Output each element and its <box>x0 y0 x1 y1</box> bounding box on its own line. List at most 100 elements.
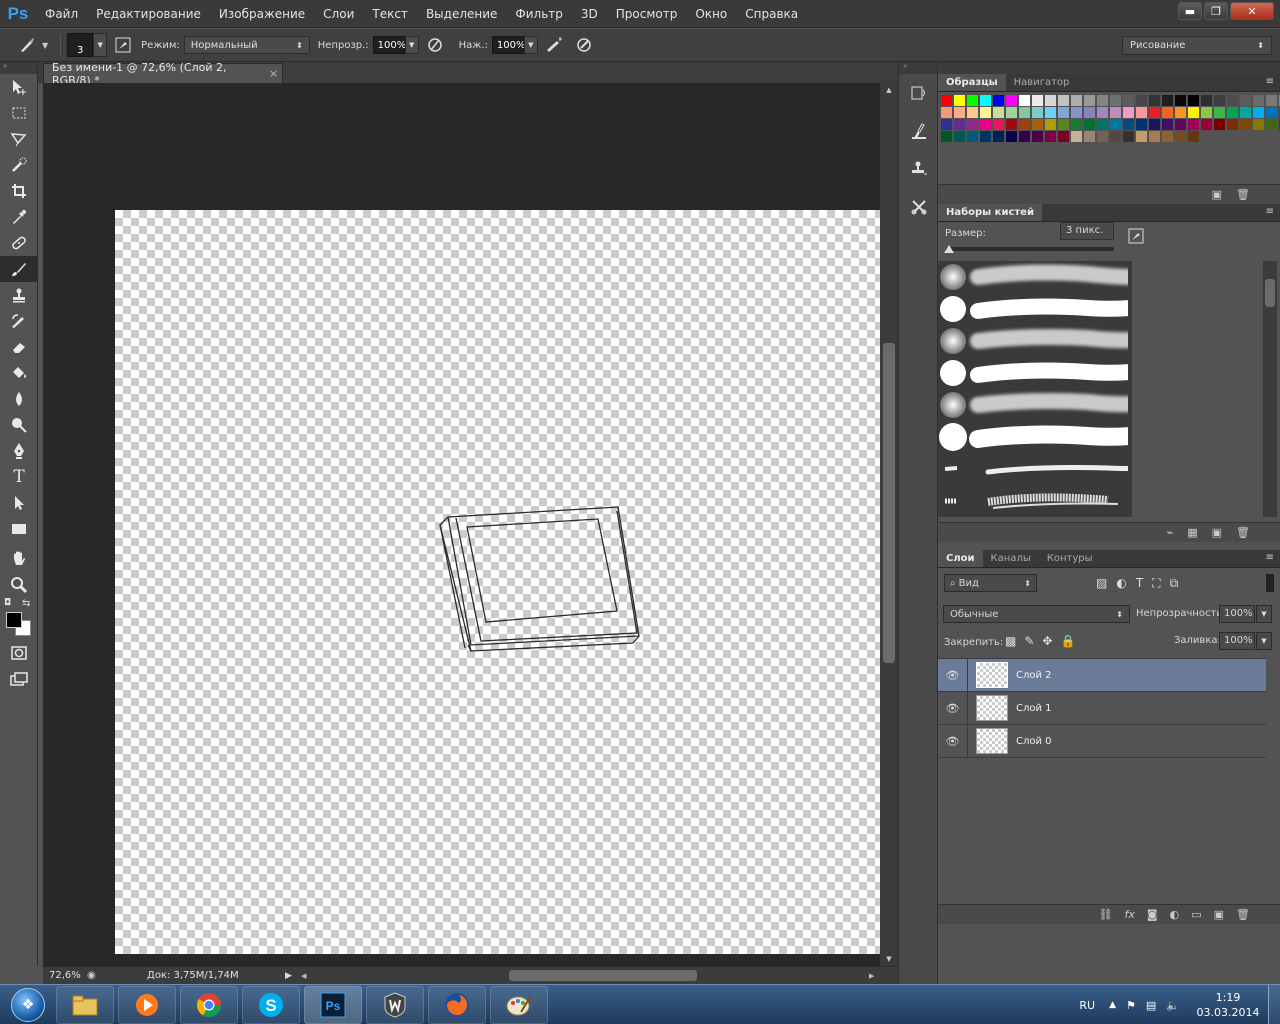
brush-size-slider[interactable] <box>944 245 1114 253</box>
lock-all-icon[interactable]: 🔒 <box>1060 634 1075 648</box>
menu-help[interactable]: Справка <box>736 0 807 28</box>
history-panel-icon[interactable] <box>899 74 939 112</box>
filter-pixel-icon[interactable]: ▨ <box>1096 576 1107 591</box>
brush-preset[interactable] <box>938 453 1132 485</box>
layer-effects-icon[interactable]: fx <box>1125 908 1135 921</box>
color-swatch[interactable] <box>993 131 1004 142</box>
menu-text[interactable]: Текст <box>363 0 417 28</box>
color-swatch[interactable] <box>1266 119 1277 130</box>
layer-opacity-field[interactable]: 100% <box>1219 605 1255 623</box>
menu-view[interactable]: Просмотр <box>607 0 687 28</box>
healing-brush-tool-icon[interactable] <box>0 230 38 256</box>
chrome-taskbar-icon[interactable] <box>180 985 238 1024</box>
scroll-right-icon[interactable]: ▶ <box>869 972 874 980</box>
color-swatch[interactable] <box>1253 95 1264 106</box>
color-swatch[interactable] <box>1110 95 1121 106</box>
vertical-scrollbar[interactable]: ▲ ▼ <box>880 83 898 966</box>
color-swatch[interactable] <box>1006 107 1017 118</box>
panel-dock-header[interactable] <box>938 62 1280 74</box>
workspace-select[interactable]: Рисование ⬍ <box>1122 36 1272 55</box>
chevron-down-icon[interactable]: ▼ <box>523 36 538 54</box>
menu-select[interactable]: Выделение <box>417 0 506 28</box>
color-swatch[interactable] <box>1097 131 1108 142</box>
color-swatch[interactable] <box>1071 131 1082 142</box>
status-options-icon[interactable]: ◉ <box>87 970 107 981</box>
horizontal-scroll-thumb[interactable] <box>509 970 697 981</box>
language-indicator[interactable]: RU <box>1079 999 1095 1012</box>
color-swatch[interactable] <box>1123 95 1134 106</box>
color-swatch[interactable] <box>1162 107 1173 118</box>
color-swatch[interactable] <box>1162 131 1173 142</box>
brush-list-scrollbar[interactable] <box>1263 261 1277 517</box>
color-swatch[interactable] <box>967 131 978 142</box>
chevron-down-icon[interactable]: ▼ <box>42 41 48 50</box>
grid-view-icon[interactable]: ▦ <box>1187 526 1197 539</box>
layer-row[interactable]: 👁 Слой 1 <box>938 691 1266 725</box>
color-swatch[interactable] <box>1214 119 1225 130</box>
swap-colors-icon[interactable]: ⇆ <box>22 598 30 609</box>
color-swatch[interactable] <box>1240 107 1251 118</box>
lock-transparency-icon[interactable]: ▩ <box>1005 634 1016 648</box>
type-tool-icon[interactable]: T <box>0 464 38 490</box>
foreground-color-swatch[interactable] <box>6 612 22 628</box>
color-swatch[interactable] <box>1123 107 1134 118</box>
menu-window[interactable]: Окно <box>686 0 736 28</box>
color-swatch[interactable] <box>1201 107 1212 118</box>
show-desktop-button[interactable] <box>1268 985 1280 1024</box>
tab-brush-presets[interactable]: Наборы кистей <box>938 204 1042 221</box>
vertical-scroll-thumb[interactable] <box>883 343 895 663</box>
close-tab-icon[interactable]: × <box>265 67 282 80</box>
show-hidden-icons-icon[interactable]: ▲ <box>1109 1000 1116 1010</box>
eye-icon[interactable]: 👁 <box>938 691 968 725</box>
blend-mode-select[interactable]: Обычные ⬍ <box>943 605 1130 623</box>
color-swatch[interactable] <box>967 119 978 130</box>
color-swatch[interactable] <box>1227 107 1238 118</box>
link-layers-icon[interactable]: ⛓ <box>1099 908 1113 921</box>
color-swatch[interactable] <box>1149 119 1160 130</box>
fill-field[interactable]: 100% <box>1219 632 1255 650</box>
opacity-field[interactable]: 100% <box>372 36 406 54</box>
new-preset-icon[interactable]: ▣ <box>1212 526 1222 539</box>
color-swatch[interactable] <box>1006 119 1017 130</box>
menu-layers[interactable]: Слои <box>314 0 363 28</box>
clone-source-panel-icon[interactable] <box>899 150 939 188</box>
paint-bucket-tool-icon[interactable] <box>0 360 38 386</box>
menu-file[interactable]: Файл <box>36 0 87 28</box>
color-swatch[interactable] <box>1188 95 1199 106</box>
menu-filter[interactable]: Фильтр <box>506 0 571 28</box>
color-swatch[interactable] <box>1058 131 1069 142</box>
color-swatch[interactable] <box>1123 131 1134 142</box>
color-swatch[interactable] <box>1045 107 1056 118</box>
color-swatch[interactable] <box>1136 95 1147 106</box>
color-swatch[interactable] <box>1162 95 1173 106</box>
color-swatch[interactable] <box>1136 131 1147 142</box>
color-swatch[interactable] <box>941 107 952 118</box>
color-swatch[interactable] <box>1253 107 1264 118</box>
color-swatch[interactable] <box>1084 95 1095 106</box>
lock-pixels-icon[interactable]: ✎ <box>1024 634 1034 648</box>
color-swatch[interactable] <box>1006 131 1017 142</box>
brush-preset-icon[interactable] <box>12 35 42 55</box>
default-colors-icon[interactable]: ◘ <box>4 598 11 608</box>
color-swatch[interactable] <box>1084 107 1095 118</box>
panel-menu-icon[interactable]: ≡ <box>1266 552 1274 563</box>
color-swatch[interactable] <box>1214 107 1225 118</box>
color-swatch[interactable] <box>1110 107 1121 118</box>
paint-taskbar-icon[interactable] <box>490 985 548 1024</box>
brush-list-scroll-thumb[interactable] <box>1265 279 1275 307</box>
color-swatch[interactable] <box>1019 107 1030 118</box>
color-swatch[interactable] <box>967 95 978 106</box>
chevron-down-icon[interactable]: ▼ <box>1256 632 1272 650</box>
layer-filter-select[interactable]: ⌕ Вид ⬍ <box>944 574 1037 592</box>
slider-handle-icon[interactable] <box>944 245 954 253</box>
color-swatch[interactable] <box>954 131 965 142</box>
quick-selection-tool-icon[interactable] <box>0 152 38 178</box>
color-swatch[interactable] <box>1084 119 1095 130</box>
color-swatch[interactable] <box>1253 119 1264 130</box>
color-swatch[interactable] <box>941 95 952 106</box>
color-swatch[interactable] <box>1149 95 1160 106</box>
chevron-down-icon[interactable]: ▼ <box>93 33 108 57</box>
restore-button[interactable]: ❐ <box>1204 2 1228 20</box>
start-button[interactable]: ❖ <box>0 985 56 1024</box>
color-swatch[interactable] <box>941 131 952 142</box>
